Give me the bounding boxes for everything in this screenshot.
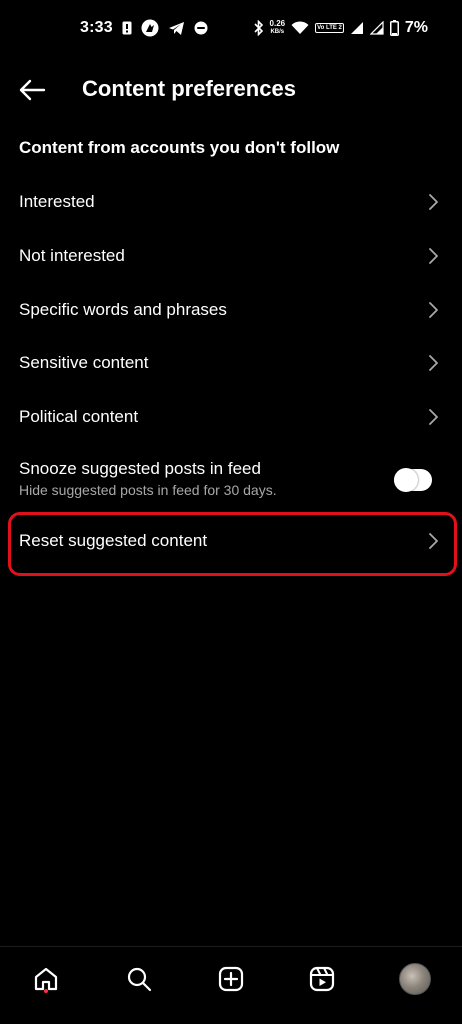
chevron-right-icon	[426, 408, 440, 426]
nav-search[interactable]	[119, 959, 159, 999]
nav-home[interactable]	[26, 959, 66, 999]
list-item-label: Reset suggested content	[19, 531, 208, 550]
snooze-title: Snooze suggested posts in feed	[19, 459, 261, 478]
arrow-left-icon	[19, 79, 46, 101]
app-badge-icon	[194, 21, 208, 35]
status-bar: 3:33 0.26 KB/s Vo LTE 2 7%	[0, 0, 462, 60]
list-item-label: Sensitive content	[19, 353, 149, 372]
volte-badge: Vo LTE 2	[315, 23, 344, 33]
snooze-subtitle: Hide suggested posts in feed for 30 days…	[19, 482, 277, 498]
alert-icon	[122, 21, 132, 35]
bottom-nav	[0, 946, 462, 1024]
app-icon	[141, 19, 159, 37]
create-icon	[218, 966, 244, 992]
chevron-right-icon	[426, 247, 440, 265]
status-bar-left: 3:33	[80, 19, 208, 37]
battery-percent: 7%	[404, 19, 428, 36]
search-icon	[127, 967, 152, 992]
snooze-suggested-posts-row: Snooze suggested posts in feed Hide sugg…	[0, 452, 462, 506]
signal-icon	[350, 21, 364, 35]
nav-reels[interactable]	[302, 959, 342, 999]
nav-create[interactable]	[211, 959, 251, 999]
back-button[interactable]	[14, 74, 50, 106]
list-item-label: Not interested	[19, 246, 125, 265]
network-speed: 0.26 KB/s	[270, 20, 286, 36]
section-title: Content from accounts you don't follow	[19, 138, 340, 157]
list-item-interested[interactable]: Interested	[0, 175, 462, 229]
network-speed-value: 0.26	[269, 19, 286, 28]
profile-avatar	[399, 963, 431, 995]
list-item-reset-suggested-content[interactable]: Reset suggested content	[0, 514, 462, 568]
page-title: Content preferences	[82, 76, 296, 101]
chevron-right-icon	[426, 193, 440, 211]
status-bar-right: 0.26 KB/s Vo LTE 2 7%	[253, 19, 428, 37]
list-item-specific-words[interactable]: Specific words and phrases	[0, 283, 462, 337]
list-item-not-interested[interactable]: Not interested	[0, 229, 462, 283]
snooze-toggle[interactable]	[394, 468, 432, 492]
list-item-label: Political content	[19, 407, 139, 426]
signal-icon	[369, 21, 384, 35]
battery-icon	[389, 20, 399, 36]
reels-icon	[309, 966, 335, 992]
list-item-label: Interested	[19, 192, 95, 211]
list-item-political-content[interactable]: Political content	[0, 390, 462, 444]
toggle-knob	[394, 468, 418, 492]
chevron-right-icon	[426, 301, 440, 319]
header: Content preferences	[0, 62, 462, 118]
list-item-sensitive-content[interactable]: Sensitive content	[0, 336, 462, 390]
nav-profile[interactable]	[395, 959, 435, 999]
list-item-label: Specific words and phrases	[19, 300, 227, 319]
wifi-icon	[291, 21, 309, 35]
status-time: 3:33	[80, 19, 113, 36]
network-speed-unit: KB/s	[270, 29, 285, 35]
notification-dot	[44, 989, 48, 993]
chevron-right-icon	[426, 532, 440, 550]
bluetooth-icon	[253, 20, 264, 36]
chevron-right-icon	[426, 354, 440, 372]
telegram-icon	[168, 21, 185, 36]
